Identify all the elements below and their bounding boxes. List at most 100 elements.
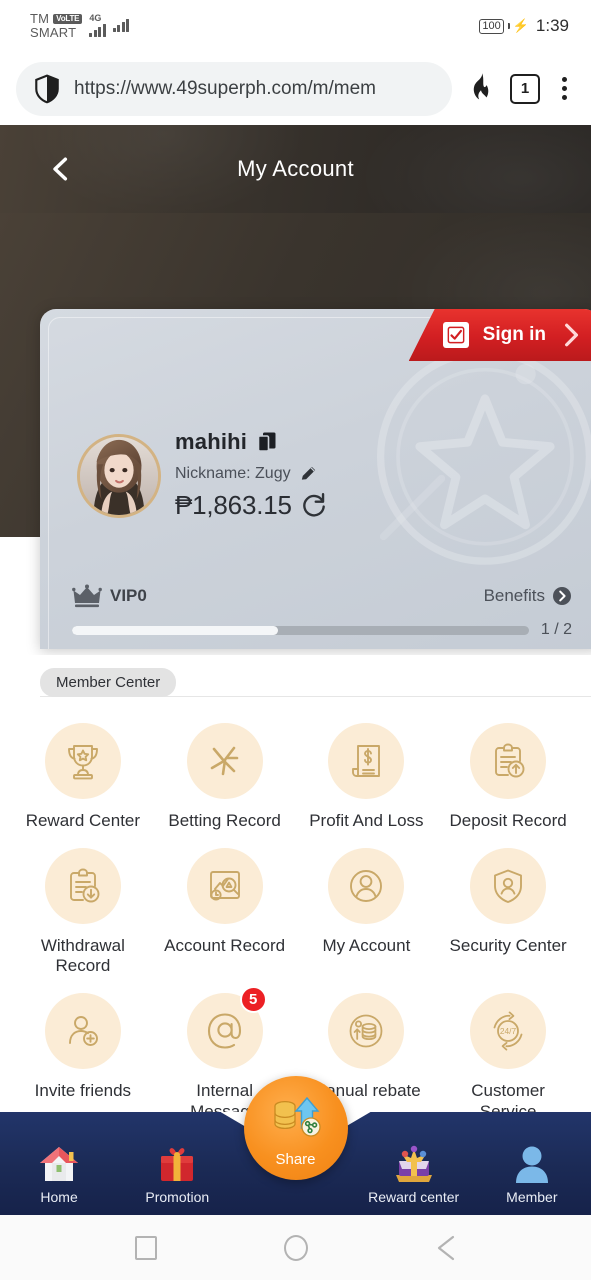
grid-item-withdrawal-record[interactable]: Withdrawal Record <box>12 847 154 977</box>
user-plus-icon <box>68 1016 98 1047</box>
clipboard-up-arrow-icon <box>495 743 525 778</box>
coins-arrow-icon <box>349 1014 383 1048</box>
menu-dot-2 <box>562 86 567 91</box>
menu-dot-1 <box>562 77 567 82</box>
trophy-icon <box>67 745 98 780</box>
network-type-label: 4G <box>89 13 102 24</box>
grid-item-profit-and-loss[interactable]: Profit And Loss <box>296 723 438 832</box>
user-circle-icon <box>350 869 383 902</box>
omnibox[interactable]: https://www.49superph.com/m/mem <box>16 61 452 116</box>
username-row: mahihi <box>175 429 327 455</box>
invoice-dollar-icon <box>352 745 381 777</box>
copy-icon[interactable] <box>257 431 277 453</box>
tab-counter-button[interactable]: 1 <box>510 73 540 104</box>
avatar[interactable] <box>77 434 161 518</box>
tab-member-center[interactable]: Member Center <box>40 667 177 697</box>
user-info-block: mahihi Nickname: Zugy ₱1,863.15 <box>175 429 327 521</box>
member-center-grid: Reward Center Betting Record Profit And … <box>0 697 591 1123</box>
status-bar: TM VoLTE SMART 4G 100 ⚡ 1:39 <box>0 0 591 52</box>
back-chevron-icon[interactable] <box>48 156 74 182</box>
url-text: https://www.49superph.com/m/mem <box>74 77 376 99</box>
shield-user-icon <box>494 869 523 903</box>
crown-icon <box>72 584 102 608</box>
share-center-button[interactable]: Share <box>243 1076 348 1180</box>
menu-dot-3 <box>562 95 567 100</box>
grid-item-customer-service[interactable]: 24/7 Customer Service <box>437 993 579 1122</box>
signal-group-1: 4G <box>89 13 106 38</box>
person-icon <box>508 1141 556 1185</box>
grid-item-deposit-record[interactable]: Deposit Record <box>437 723 579 832</box>
nav-item-label: Home <box>40 1189 78 1205</box>
page-title: My Account <box>237 156 354 181</box>
page-header: My Account <box>0 125 591 213</box>
android-navigation-bar <box>0 1215 591 1280</box>
carrier-row-primary: TM VoLTE <box>30 11 83 27</box>
treasure-gift-icon <box>390 1141 438 1185</box>
icon-circle <box>470 723 547 799</box>
nav-item-label: Reward center <box>368 1189 460 1205</box>
benefits-label: Benefits <box>483 586 545 605</box>
volte-badge: VoLTE <box>53 13 83 25</box>
grid-item-my-account[interactable]: My Account <box>296 847 438 977</box>
member-center-tabrow: Member Center <box>0 667 591 697</box>
icon-circle <box>44 723 121 799</box>
incognito-flame-button[interactable] <box>466 72 496 106</box>
flame-icon <box>473 72 489 99</box>
grid-item-label: My Account <box>322 935 411 955</box>
battery-tip-icon <box>507 23 510 29</box>
bottom-nav-items: Home Promotion Share Reward center Membe… <box>0 1076 591 1215</box>
icon-circle: 24/7 <box>470 993 547 1070</box>
icon-circle <box>44 993 121 1070</box>
refresh-icon[interactable] <box>301 492 327 520</box>
username-text: mahihi <box>175 429 248 454</box>
grid-item-account-record[interactable]: Account Record <box>154 847 296 977</box>
status-bar-right: 100 ⚡ 1:39 <box>479 16 569 36</box>
share-coins-icon <box>265 1092 327 1145</box>
benefits-link[interactable]: Benefits <box>484 586 572 606</box>
grid-item-label: Account Record <box>164 935 286 955</box>
grid-item-invite-friends[interactable]: Invite friends <box>12 993 154 1122</box>
icon-circle: 5 <box>186 986 267 1070</box>
grid-item-label: Invite friends <box>34 1081 132 1101</box>
grid-item-label: Reward Center <box>25 811 141 830</box>
account-card-body: mahihi Nickname: Zugy ₱1,863.15 VIP0 Ben… <box>40 309 591 649</box>
svg-text:24/7: 24/7 <box>500 1026 517 1036</box>
status-badge: 5 <box>239 986 267 1014</box>
grid-item-betting-record[interactable]: Betting Record <box>154 723 296 832</box>
signal-bars-secondary-icon <box>112 18 130 33</box>
balance-amount: ₱1,863.15 <box>175 490 292 520</box>
grid-item-security-center[interactable]: Security Center <box>437 847 579 977</box>
vip-left-group: VIP0 <box>72 584 147 608</box>
nav-item-label: Share <box>275 1151 316 1168</box>
nickname-row: Nickname: Zugy <box>175 464 327 483</box>
status-clock: 1:39 <box>535 16 569 35</box>
user-avatar-photo <box>80 437 158 515</box>
browser-menu-button[interactable] <box>554 73 575 104</box>
grid-item-reward-center[interactable]: Reward Center <box>12 723 154 832</box>
chevron-right-circle-icon <box>553 587 571 605</box>
member-center-section: Member Center Reward Center Betting Reco… <box>0 655 591 1123</box>
home-circle-icon[interactable] <box>281 1233 311 1263</box>
nav-item-home[interactable]: Home <box>4 1141 114 1205</box>
recents-square-icon[interactable] <box>131 1233 161 1263</box>
nav-item-reward-center[interactable]: Reward center <box>359 1141 469 1205</box>
pencil-edit-icon[interactable] <box>299 464 318 483</box>
vip-row: VIP0 Benefits <box>72 584 572 608</box>
carrier-name-2: SMART <box>30 25 77 40</box>
nav-item-member[interactable]: Member <box>477 1141 587 1205</box>
nav-item-label: Member <box>506 1189 558 1205</box>
carrier-name-1: TM <box>30 11 50 27</box>
support-247-icon: 24/7 <box>493 1011 523 1051</box>
vip-progress-bar <box>72 625 529 635</box>
back-triangle-icon[interactable] <box>431 1233 461 1263</box>
gift-box-icon <box>153 1141 201 1185</box>
charging-bolt-icon: ⚡ <box>512 18 529 33</box>
browser-toolbar: https://www.49superph.com/m/mem 1 <box>0 52 591 125</box>
at-sign-icon <box>207 1013 241 1049</box>
tab-count-text: 1 <box>520 80 530 97</box>
clipboard-down-arrow-icon <box>69 868 100 903</box>
bottom-navigation-bar: Home Promotion Share Reward center Membe… <box>0 1076 591 1215</box>
phone-screen: TM VoLTE SMART 4G 100 ⚡ 1:39 https://www… <box>0 0 591 1280</box>
nav-item-promotion[interactable]: Promotion <box>122 1141 232 1205</box>
vip-level-text: VIP0 <box>110 586 147 605</box>
